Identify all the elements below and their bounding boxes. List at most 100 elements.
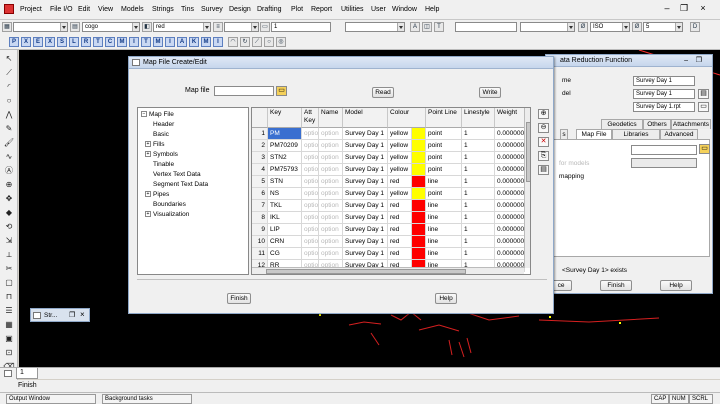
- cell-name[interactable]: option: [319, 248, 343, 260]
- cell-point-line[interactable]: line: [426, 248, 462, 260]
- cell-att-key[interactable]: optio: [302, 176, 319, 188]
- arc-icon[interactable]: ◠: [228, 37, 238, 47]
- arc-tool-icon[interactable]: ◜: [3, 82, 15, 92]
- cell-key[interactable]: STN2: [268, 152, 302, 164]
- cell-key[interactable]: STN: [268, 176, 302, 188]
- menu-models[interactable]: Models: [121, 6, 144, 13]
- read-button[interactable]: Read: [372, 87, 394, 98]
- cell-model[interactable]: Survey Day 1: [343, 140, 388, 152]
- mini-close-icon[interactable]: ×: [80, 310, 85, 319]
- finish-button[interactable]: Finish: [227, 293, 251, 304]
- tree-item-visualization[interactable]: + Visualization: [145, 211, 189, 218]
- grid-tool-icon[interactable]: ▦: [3, 320, 15, 330]
- cell-point-line[interactable]: point: [426, 152, 462, 164]
- cell-colour[interactable]: yellow: [388, 140, 412, 152]
- cell-key[interactable]: CG: [268, 248, 302, 260]
- cell-weight[interactable]: 0.000000: [495, 176, 525, 188]
- cell-point-line[interactable]: point: [426, 128, 462, 140]
- vscroll-thumb[interactable]: [526, 122, 530, 182]
- x2-tool-button[interactable]: X: [45, 37, 55, 47]
- dr-model-pick-icon[interactable]: ▤: [698, 89, 709, 99]
- map-file-field[interactable]: [214, 86, 274, 96]
- cell-colour[interactable]: red: [388, 176, 412, 188]
- weight-icon[interactable]: ▭: [260, 22, 270, 32]
- cell-linestyle[interactable]: 1: [462, 152, 495, 164]
- pointer-icon[interactable]: ↖: [3, 54, 15, 64]
- cell-linestyle[interactable]: 1: [462, 128, 495, 140]
- dr-model-field[interactable]: Survey Day 1: [633, 89, 695, 99]
- menu-drafting[interactable]: Drafting: [257, 6, 282, 13]
- text-style-icon[interactable]: ◫: [422, 22, 432, 32]
- tree-item-fills[interactable]: + Fills: [145, 141, 165, 148]
- menu-view[interactable]: View: [98, 6, 113, 13]
- cell-colour[interactable]: red: [388, 248, 412, 260]
- weight-field[interactable]: 1: [271, 22, 331, 32]
- cell-linestyle[interactable]: 1: [462, 176, 495, 188]
- cell-weight[interactable]: 0.000000: [495, 128, 525, 140]
- k-tool-button[interactable]: K: [189, 37, 199, 47]
- cell-att-key[interactable]: optio: [302, 164, 319, 176]
- cell-point-line[interactable]: point: [426, 188, 462, 200]
- colour-icon[interactable]: ◧: [142, 22, 152, 32]
- minimize-icon[interactable]: –: [660, 2, 674, 15]
- colour-select[interactable]: red: [153, 22, 211, 32]
- cell-key[interactable]: NS: [268, 188, 302, 200]
- cell-model[interactable]: Survey Day 1: [343, 164, 388, 176]
- box-icon[interactable]: ▣: [3, 334, 15, 344]
- cell-point-line[interactable]: point: [426, 140, 462, 152]
- tree-item-basic[interactable]: Basic: [153, 131, 169, 138]
- background-tasks-tab[interactable]: Background tasks: [102, 394, 192, 404]
- dr-map-file-field[interactable]: [631, 145, 697, 155]
- profile-icon[interactable]: ⊓: [3, 292, 15, 302]
- cell-linestyle[interactable]: 1: [462, 224, 495, 236]
- cell-point-line[interactable]: line: [426, 212, 462, 224]
- cell-model[interactable]: Survey Day 1: [343, 128, 388, 140]
- tab-map-file[interactable]: Map File: [576, 129, 612, 139]
- cell-colour[interactable]: red: [388, 200, 412, 212]
- cell-name[interactable]: option: [319, 188, 343, 200]
- tree-root[interactable]: − Map File: [141, 111, 174, 118]
- cell-weight[interactable]: 0.000000: [495, 200, 525, 212]
- tree-item-pipes[interactable]: + Pipes: [145, 191, 169, 198]
- col-header-point-line[interactable]: Point Line: [426, 108, 462, 128]
- colour-swatch[interactable]: [412, 200, 426, 212]
- brush-icon[interactable]: 🖌: [3, 138, 15, 148]
- move-up-icon[interactable]: ⊖: [538, 123, 549, 133]
- cell-weight[interactable]: 0.000000: [495, 164, 525, 176]
- delete-row-icon[interactable]: ✕: [538, 137, 549, 147]
- p-tool-button[interactable]: P: [9, 37, 19, 47]
- insert-row-icon[interactable]: ⊕: [538, 109, 549, 119]
- menu-utilities[interactable]: Utilities: [341, 6, 364, 13]
- cell-key[interactable]: LIP: [268, 224, 302, 236]
- tab-libraries[interactable]: Libraries: [612, 129, 660, 139]
- mini-restore-icon[interactable]: ❐: [69, 311, 75, 319]
- cell-model[interactable]: Survey Day 1: [343, 236, 388, 248]
- cell-colour[interactable]: yellow: [388, 164, 412, 176]
- cell-weight[interactable]: 0.000000: [495, 212, 525, 224]
- cell-colour[interactable]: yellow: [388, 188, 412, 200]
- close-icon[interactable]: ×: [696, 2, 710, 15]
- cell-name[interactable]: option: [319, 128, 343, 140]
- write-button[interactable]: Write: [479, 87, 501, 98]
- cell-name[interactable]: option: [319, 236, 343, 248]
- cell-linestyle[interactable]: 1: [462, 248, 495, 260]
- tree-item-header[interactable]: Header: [153, 121, 174, 128]
- paste-row-icon[interactable]: ▤: [538, 165, 549, 175]
- cell-linestyle[interactable]: 1: [462, 188, 495, 200]
- linestyle-icon[interactable]: ≡: [213, 22, 223, 32]
- colour-swatch[interactable]: [412, 236, 426, 248]
- menu-file-io[interactable]: File I/O: [50, 6, 73, 13]
- cell-weight[interactable]: 0.000000: [495, 248, 525, 260]
- layer-icon[interactable]: ▦: [2, 22, 12, 32]
- col-header-key[interactable]: Key: [268, 108, 302, 128]
- col-header-name[interactable]: Name: [319, 108, 343, 128]
- cell-att-key[interactable]: optio: [302, 152, 319, 164]
- cell-name[interactable]: option: [319, 224, 343, 236]
- tree-item-symbols[interactable]: + Symbols: [145, 151, 178, 158]
- model-icon[interactable]: ▤: [70, 22, 80, 32]
- dr-minimize-icon[interactable]: –: [684, 55, 688, 66]
- cell-point-line[interactable]: line: [426, 236, 462, 248]
- cell-model[interactable]: Survey Day 1: [343, 188, 388, 200]
- cell-colour[interactable]: red: [388, 212, 412, 224]
- text-size-icon[interactable]: T: [434, 22, 444, 32]
